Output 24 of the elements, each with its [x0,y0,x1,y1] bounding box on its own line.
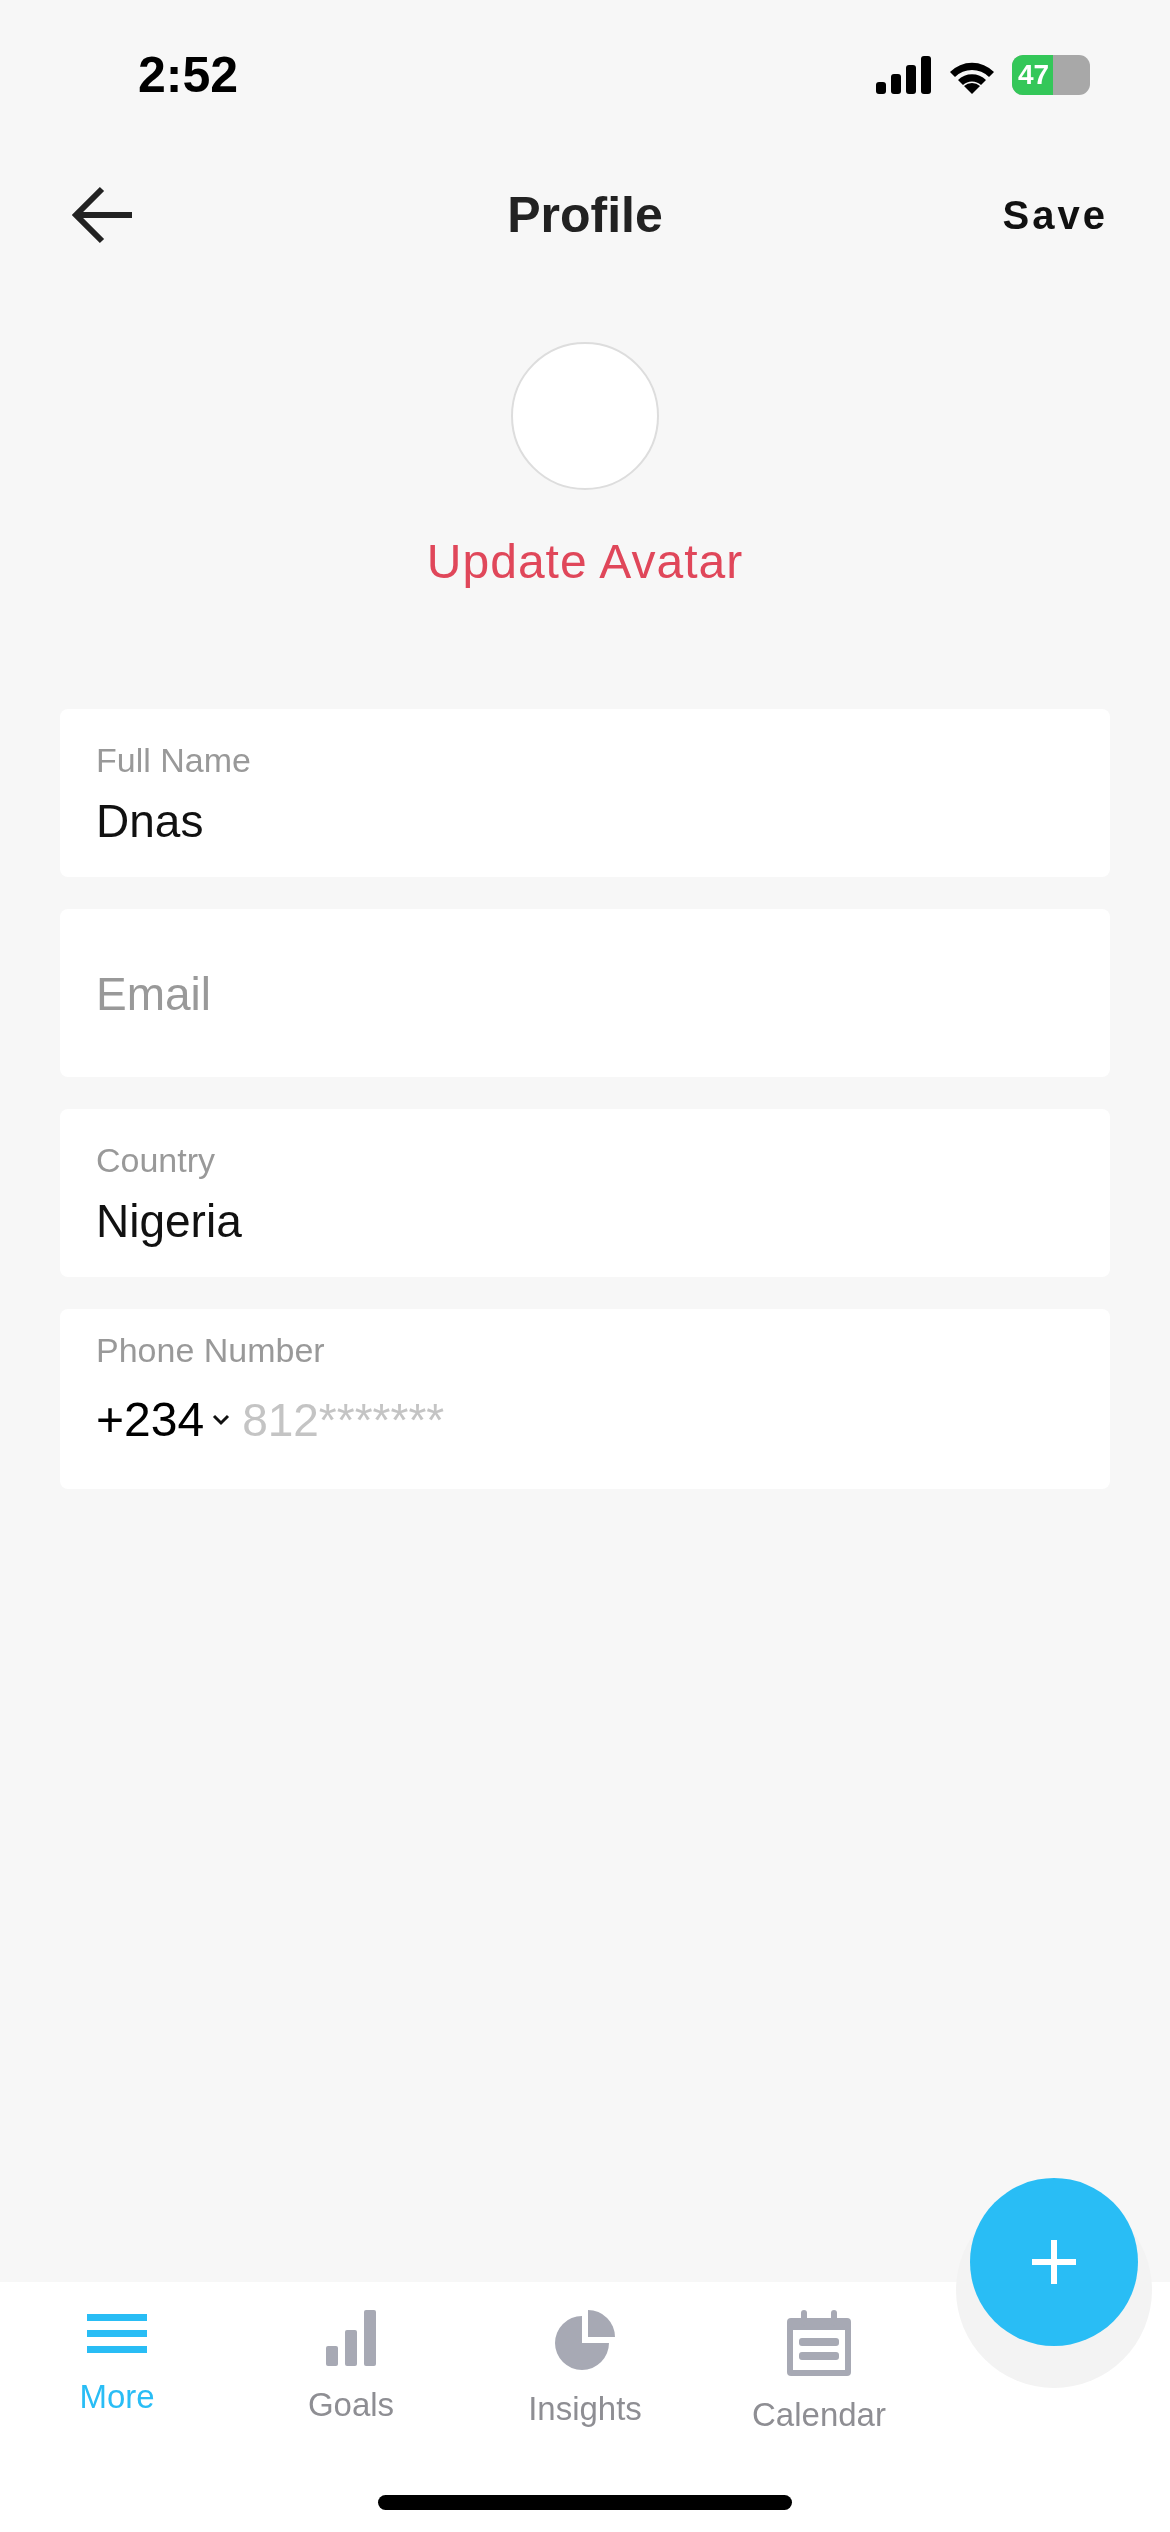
status-time: 2:52 [138,46,239,104]
country-code-dropdown[interactable]: +234 [96,1392,231,1447]
back-button[interactable] [70,185,134,245]
phone-input[interactable]: 812******* [242,1392,1074,1447]
update-avatar-link[interactable]: Update Avatar [426,534,744,589]
text-input[interactable]: Nigeria [96,1193,1074,1248]
signal-icon [876,56,932,94]
bar-chart-icon [326,2310,376,2366]
field-label: Phone Number [96,1331,326,1370]
save-button[interactable]: Save [1002,192,1108,238]
chevron-down-icon [212,1413,231,1426]
pie-chart-icon [555,2310,615,2370]
form-field[interactable]: Email [60,909,1110,1077]
field-label: Full Name [96,740,252,780]
field-label: Country [96,1140,217,1180]
page-title: Profile [507,186,663,244]
text-input[interactable]: Email [96,967,1074,1021]
calendar-icon [787,2310,851,2376]
phone-field[interactable]: Phone Number +234 812******* [60,1309,1110,1489]
form-field[interactable]: Country Nigeria [60,1109,1110,1277]
battery-percentage: 47 [1012,55,1054,95]
form-field[interactable]: Full Name Dnas [60,709,1110,877]
text-input[interactable]: Dnas [96,793,1074,848]
plus-icon [1030,2238,1078,2286]
